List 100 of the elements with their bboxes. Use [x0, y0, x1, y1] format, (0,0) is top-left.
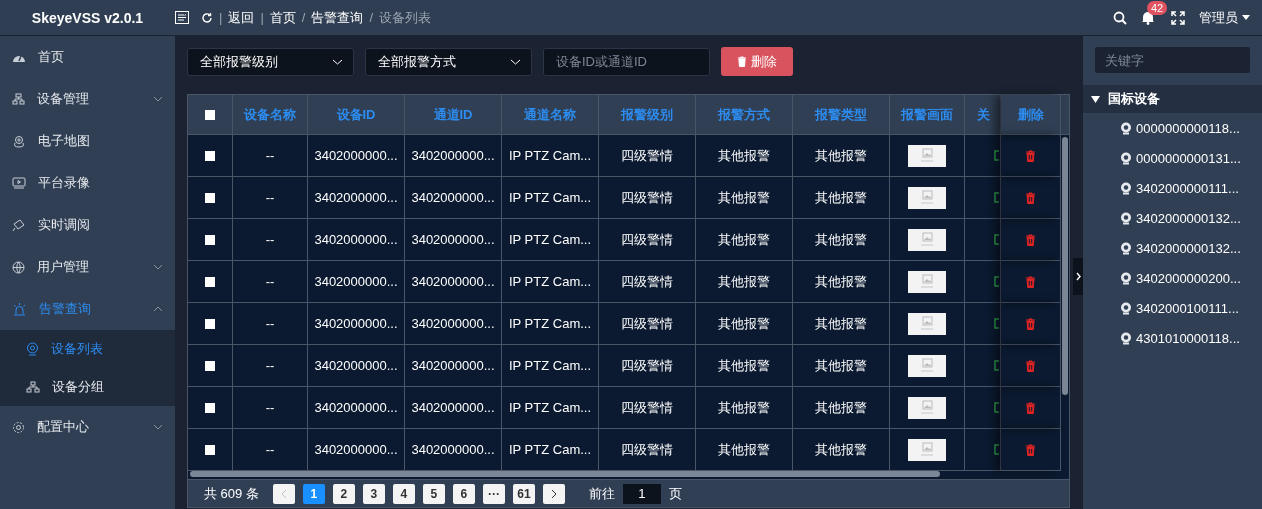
record-icon[interactable] — [994, 318, 999, 329]
alarm-light-icon — [12, 302, 27, 316]
image-placeholder-icon — [908, 270, 946, 293]
row-checkbox[interactable] — [205, 234, 215, 245]
collapse-handle[interactable] — [1073, 258, 1083, 295]
video-screen-icon — [12, 177, 26, 189]
trash-icon — [1025, 317, 1036, 330]
page-unit-label: 页 — [668, 484, 682, 503]
webcam-icon — [1120, 211, 1132, 225]
image-placeholder-icon — [908, 228, 946, 251]
trash-icon — [1025, 275, 1036, 288]
webcam-icon — [1120, 181, 1132, 195]
gear-icon — [12, 420, 25, 434]
record-icon[interactable] — [994, 360, 999, 371]
tree-node[interactable]: 3402000000132... — [1083, 233, 1262, 263]
image-placeholder-icon — [908, 354, 946, 377]
sidebar-item[interactable]: 实时调阅 — [0, 204, 175, 246]
separator: | — [219, 10, 223, 25]
scrollbar-thumb[interactable] — [1062, 137, 1068, 395]
current-page-title: 设备列表 — [379, 8, 432, 27]
trash-icon — [1025, 359, 1036, 372]
network-icon — [26, 381, 40, 393]
breadcrumb-link[interactable]: 首页 — [269, 8, 296, 27]
goto-label: 前往 — [588, 484, 615, 503]
record-icon[interactable] — [994, 150, 999, 161]
delete-button[interactable]: 删除 — [721, 47, 793, 76]
page-number-field[interactable]: 1 — [622, 483, 661, 504]
row-checkbox[interactable] — [205, 402, 215, 413]
select-all-checkbox[interactable] — [205, 109, 215, 120]
tree-node[interactable]: 0000000000118... — [1083, 113, 1262, 143]
filter-dropdown[interactable]: 全部报警级别 — [187, 47, 354, 76]
breadcrumb-link[interactable]: 告警查询 — [311, 8, 364, 27]
trash-icon — [1025, 149, 1036, 162]
webcam-icon — [1120, 151, 1132, 165]
sidebar-item[interactable]: 配置中心 — [0, 406, 175, 448]
tree-node[interactable]: 3402000100111... — [1083, 293, 1262, 323]
chevron-right-icon — [550, 488, 557, 499]
globe-icon — [12, 260, 25, 274]
image-placeholder-icon — [908, 438, 946, 461]
tree-node[interactable]: 0000000000131... — [1083, 143, 1262, 173]
trash-icon — [1025, 443, 1036, 456]
record-icon[interactable] — [994, 192, 999, 203]
chevron-down-icon — [332, 58, 343, 65]
submenu-item[interactable]: 设备分组 — [0, 368, 175, 406]
app-title: SkeyeVSS v2.0.1 — [30, 9, 145, 26]
network-icon — [12, 93, 25, 105]
tree-node[interactable]: 3402000000111... — [1083, 173, 1262, 203]
next-page-button[interactable] — [542, 483, 565, 504]
sidebar-item[interactable]: 电子地图 — [0, 120, 175, 162]
page-button[interactable]: ··· — [482, 483, 505, 504]
page-button[interactable]: 3 — [362, 483, 385, 504]
row-checkbox[interactable] — [205, 276, 215, 287]
trash-icon — [1025, 191, 1036, 204]
sidebar-item[interactable]: 平台录像 — [0, 162, 175, 204]
user-menu[interactable]: 管理员 — [1199, 8, 1250, 27]
sidebar-item[interactable]: 用户管理 — [0, 246, 175, 288]
tree-node[interactable]: 国标设备 — [1083, 85, 1262, 113]
row-checkbox[interactable] — [205, 192, 215, 203]
image-placeholder-icon — [908, 396, 946, 419]
chevron-right-icon — [1075, 272, 1081, 281]
trash-icon — [1025, 401, 1036, 414]
keyword-field[interactable]: 关键字 — [1095, 47, 1250, 73]
record-icon[interactable] — [994, 276, 999, 287]
chevron-left-icon — [280, 488, 287, 499]
webcam-icon — [1120, 121, 1132, 135]
page-button[interactable]: 5 — [422, 483, 445, 504]
row-checkbox[interactable] — [205, 444, 215, 455]
separator: / — [301, 10, 306, 25]
sidebar-item[interactable]: 首页 — [0, 36, 175, 78]
record-icon[interactable] — [994, 402, 999, 413]
webcam-icon — [1120, 301, 1132, 315]
search-field[interactable]: 设备ID或通道ID — [543, 47, 710, 76]
breadcrumb-link[interactable]: 返回 — [228, 8, 255, 27]
sidebar-item[interactable]: 设备管理 — [0, 78, 175, 120]
record-icon[interactable] — [994, 444, 999, 455]
fullscreen-icon[interactable] — [1171, 10, 1185, 25]
menu-toggle-icon[interactable] — [175, 11, 189, 24]
tree-node[interactable]: 3402000000132... — [1083, 203, 1262, 233]
page-button[interactable]: 61 — [512, 483, 535, 504]
scrollbar-thumb[interactable] — [190, 471, 940, 477]
page-button[interactable]: 2 — [332, 483, 355, 504]
submenu-item[interactable]: 设备列表 — [0, 330, 175, 368]
separator: / — [369, 10, 374, 25]
refresh-icon[interactable] — [201, 11, 213, 24]
row-checkbox[interactable] — [205, 150, 215, 161]
tree-node[interactable]: 4301010000118... — [1083, 323, 1262, 353]
webcam-icon — [1120, 271, 1132, 285]
column-header: 删除 — [1001, 95, 1061, 135]
filter-dropdown[interactable]: 全部报警方式 — [365, 47, 532, 76]
chevron-down-icon — [510, 58, 521, 65]
row-checkbox[interactable] — [205, 318, 215, 329]
tree-node[interactable]: 3402000000200... — [1083, 263, 1262, 293]
record-icon[interactable] — [994, 234, 999, 245]
total-count: 共 609 条 — [204, 484, 259, 503]
page-button[interactable]: 4 — [392, 483, 415, 504]
row-checkbox[interactable] — [205, 360, 215, 371]
page-button[interactable]: 6 — [452, 483, 475, 504]
search-icon[interactable] — [1113, 10, 1127, 25]
image-placeholder-icon — [908, 186, 946, 209]
separator: | — [260, 10, 264, 25]
